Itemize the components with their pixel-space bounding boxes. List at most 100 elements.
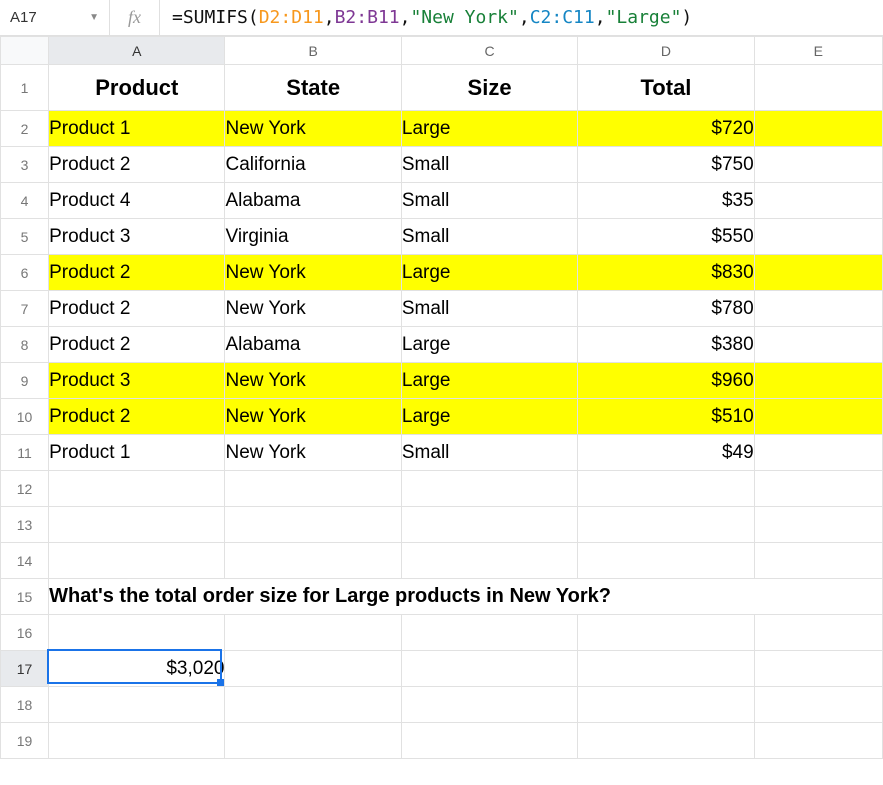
cell-E17[interactable] <box>754 651 882 687</box>
cell-size[interactable]: Large <box>401 327 577 363</box>
col-header-D[interactable]: D <box>578 37 754 65</box>
row-header-17[interactable]: 17 <box>1 651 49 687</box>
cell-E12[interactable] <box>754 471 882 507</box>
row-header-11[interactable]: 11 <box>1 435 49 471</box>
cell-total[interactable]: $960 <box>578 363 754 399</box>
cell-size[interactable]: Large <box>401 111 577 147</box>
cell-total[interactable]: $49 <box>578 435 754 471</box>
cell-state[interactable]: Virginia <box>225 219 401 255</box>
row-header-2[interactable]: 2 <box>1 111 49 147</box>
cell-product[interactable]: Product 2 <box>49 399 225 435</box>
row-header-13[interactable]: 13 <box>1 507 49 543</box>
col-header-B[interactable]: B <box>225 37 401 65</box>
cell-C16[interactable] <box>401 615 577 651</box>
cell-C17[interactable] <box>401 651 577 687</box>
cell-E7[interactable] <box>754 291 882 327</box>
cell-state[interactable]: New York <box>225 399 401 435</box>
cell-C13[interactable] <box>401 507 577 543</box>
cell-E11[interactable] <box>754 435 882 471</box>
cell-E19[interactable] <box>754 723 882 759</box>
cell-E8[interactable] <box>754 327 882 363</box>
header-state[interactable]: State <box>225 65 401 111</box>
col-header-E[interactable]: E <box>754 37 882 65</box>
row-header-4[interactable]: 4 <box>1 183 49 219</box>
row-header-8[interactable]: 8 <box>1 327 49 363</box>
cell-total[interactable]: $380 <box>578 327 754 363</box>
cell-D13[interactable] <box>578 507 754 543</box>
cell-E5[interactable] <box>754 219 882 255</box>
question-text[interactable]: What's the total order size for Large pr… <box>49 579 883 615</box>
cell-product[interactable]: Product 1 <box>49 435 225 471</box>
row-header-7[interactable]: 7 <box>1 291 49 327</box>
row-header-19[interactable]: 19 <box>1 723 49 759</box>
cell-total[interactable]: $780 <box>578 291 754 327</box>
cell-size[interactable]: Small <box>401 435 577 471</box>
cell-state[interactable]: Alabama <box>225 183 401 219</box>
cell-product[interactable]: Product 2 <box>49 327 225 363</box>
result-cell[interactable]: $3,020 <box>49 651 225 687</box>
cell-B12[interactable] <box>225 471 401 507</box>
row-header-5[interactable]: 5 <box>1 219 49 255</box>
row-header-12[interactable]: 12 <box>1 471 49 507</box>
row-header-1[interactable]: 1 <box>1 65 49 111</box>
cell-E18[interactable] <box>754 687 882 723</box>
col-header-C[interactable]: C <box>401 37 577 65</box>
cell-total[interactable]: $550 <box>578 219 754 255</box>
cell-B16[interactable] <box>225 615 401 651</box>
cell-total[interactable]: $750 <box>578 147 754 183</box>
cell-state[interactable]: New York <box>225 255 401 291</box>
cell-D17[interactable] <box>578 651 754 687</box>
cell-product[interactable]: Product 2 <box>49 291 225 327</box>
cell-C19[interactable] <box>401 723 577 759</box>
row-header-3[interactable]: 3 <box>1 147 49 183</box>
cell-total[interactable]: $510 <box>578 399 754 435</box>
cell-D14[interactable] <box>578 543 754 579</box>
cell-size[interactable]: Small <box>401 219 577 255</box>
cell-product[interactable]: Product 4 <box>49 183 225 219</box>
cell-C14[interactable] <box>401 543 577 579</box>
cell-state[interactable]: New York <box>225 435 401 471</box>
row-header-9[interactable]: 9 <box>1 363 49 399</box>
cell-state[interactable]: California <box>225 147 401 183</box>
cell-D16[interactable] <box>578 615 754 651</box>
row-header-18[interactable]: 18 <box>1 687 49 723</box>
cell-product[interactable]: Product 2 <box>49 147 225 183</box>
cell-B19[interactable] <box>225 723 401 759</box>
cell-A16[interactable] <box>49 615 225 651</box>
cell-state[interactable]: New York <box>225 363 401 399</box>
cell-state[interactable]: Alabama <box>225 327 401 363</box>
fx-icon[interactable]: fx <box>110 0 160 35</box>
cell-product[interactable]: Product 3 <box>49 363 225 399</box>
spreadsheet-grid[interactable]: A B C D E 1ProductStateSizeTotal2Product… <box>0 36 883 759</box>
cell-E10[interactable] <box>754 399 882 435</box>
cell-E9[interactable] <box>754 363 882 399</box>
cell-A13[interactable] <box>49 507 225 543</box>
cell-E13[interactable] <box>754 507 882 543</box>
name-box[interactable]: A17 ▼ <box>0 0 110 35</box>
select-all-corner[interactable] <box>1 37 49 65</box>
header-size[interactable]: Size <box>401 65 577 111</box>
cell-B18[interactable] <box>225 687 401 723</box>
cell-product[interactable]: Product 2 <box>49 255 225 291</box>
cell-D19[interactable] <box>578 723 754 759</box>
row-header-14[interactable]: 14 <box>1 543 49 579</box>
cell-E2[interactable] <box>754 111 882 147</box>
cell-E16[interactable] <box>754 615 882 651</box>
row-header-16[interactable]: 16 <box>1 615 49 651</box>
cell-state[interactable]: New York <box>225 111 401 147</box>
row-header-15[interactable]: 15 <box>1 579 49 615</box>
cell-B17[interactable] <box>225 651 401 687</box>
cell-E1[interactable] <box>754 65 882 111</box>
row-header-6[interactable]: 6 <box>1 255 49 291</box>
cell-total[interactable]: $35 <box>578 183 754 219</box>
header-total[interactable]: Total <box>578 65 754 111</box>
cell-E14[interactable] <box>754 543 882 579</box>
cell-size[interactable]: Small <box>401 291 577 327</box>
cell-A12[interactable] <box>49 471 225 507</box>
cell-size[interactable]: Small <box>401 183 577 219</box>
cell-A19[interactable] <box>49 723 225 759</box>
cell-C12[interactable] <box>401 471 577 507</box>
cell-A18[interactable] <box>49 687 225 723</box>
cell-size[interactable]: Large <box>401 255 577 291</box>
cell-size[interactable]: Small <box>401 147 577 183</box>
